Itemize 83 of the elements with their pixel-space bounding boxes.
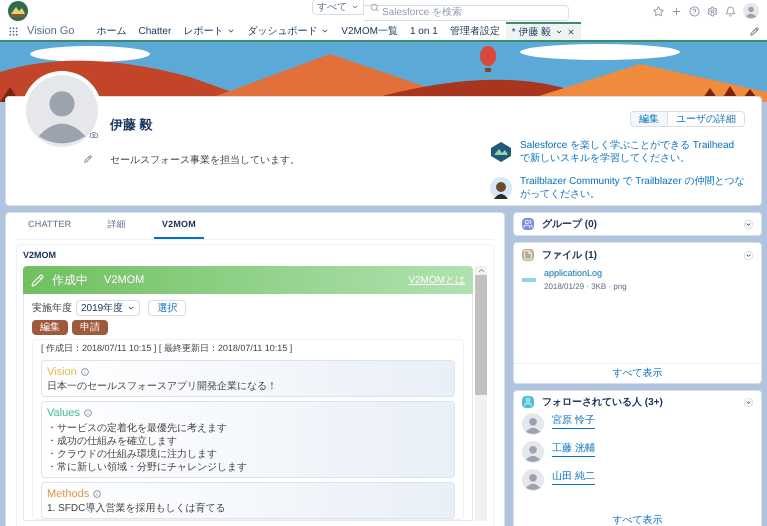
help-icon[interactable] [689,6,700,16]
app-name: Vision Go [27,24,74,39]
follower-avatar [522,413,544,435]
action-button[interactable]: 申請 [72,320,108,335]
view-all-link[interactable]: すべて表示 [612,512,662,526]
trailhead-link[interactable]: Trailblazer Community で Trailblazer の仲間とつながってください。 [520,175,745,201]
record-tab[interactable]: V2MOM [154,213,204,238]
follower-avatar [522,441,544,463]
view-all-link[interactable]: すべて表示 [612,366,662,381]
year-select[interactable]: 2019年度 [76,300,140,316]
info-icon[interactable] [84,409,92,418]
user-avatar [743,3,759,19]
section-line: ・クラウドの仕組み環境に注力します [47,448,218,460]
edit-nav-icon[interactable] [750,26,759,36]
file-link[interactable]: applicationLog [544,267,627,280]
profile-name: 伊藤 毅 [110,116,154,134]
search-icon [370,3,379,12]
section-line: 日本一のセールスフォースアプリ開発企業になる！ [47,380,278,393]
profile-description: セールスフォース事業を担当しています。 [110,154,301,168]
follower-avatar [522,469,544,491]
nav-tab[interactable]: 管理者設定 [444,22,506,40]
file-icon [522,249,534,261]
card-menu-icon[interactable] [744,250,753,260]
section-line: ・成功の仕組みを確立します [47,434,178,448]
scrollbar[interactable] [475,266,487,521]
profile-button[interactable]: ユーザの詳細 [668,111,745,127]
section-title: Methods [47,486,90,502]
caret-icon [227,27,236,35]
nav-tab[interactable]: ホーム [90,22,132,40]
record-tab[interactable]: CHATTER [20,213,80,238]
add-icon[interactable] [671,6,682,16]
action-button[interactable]: 編集 [32,320,68,335]
caret-icon [127,304,136,312]
nav-tab[interactable]: ダッシュボード [241,22,336,40]
nav-tab[interactable]: V2MOM一覧 [335,22,404,40]
trailhead-link[interactable]: Salesforce を楽しく学ぶことができる Trailhead で新しいスキルを学習してください。 [520,139,745,165]
caret-icon [555,28,564,36]
card-menu-icon[interactable] [744,398,753,406]
edit-icon[interactable] [84,155,92,163]
nav-tab[interactable]: 1 on 1 [404,22,444,40]
settings-icon[interactable] [707,6,718,16]
section-line: ・常に新しい領域・分野にチャレンジします [47,460,248,474]
profile-button[interactable]: 編集 [630,111,668,127]
caret-icon [351,3,359,11]
person-icon [522,396,534,408]
info-icon[interactable] [80,368,89,376]
card-title: フォローされている人 (3+) [542,396,664,410]
search-scope-dropdown[interactable]: すべて [312,0,364,15]
search-field[interactable]: Salesforce を検索 [364,4,569,20]
follower-link[interactable]: 工藤 洸輔 [552,441,595,457]
card-title: ファイル (1) [542,248,598,262]
camera-icon[interactable] [90,131,98,139]
scroll-up-icon[interactable] [476,266,486,275]
section-line: ・サービスの定着化を最優先に考えます [47,422,228,434]
status-label: 作成中 [52,272,88,289]
follower-link[interactable]: 宮原 怜子 [552,413,595,429]
nav-tab[interactable]: レポート [177,22,242,40]
card-title: グループ (0) [542,217,598,232]
favorites-star-icon[interactable] [653,6,664,16]
card-menu-icon[interactable] [744,220,753,228]
follower-link[interactable]: 山田 純二 [552,469,595,485]
nav-tab[interactable]: * 伊藤 毅 [506,22,582,40]
group-icon [522,218,534,230]
section-title: Vision [47,364,77,380]
mountain-badge-icon [490,141,512,163]
caret-icon [321,27,330,35]
file-thumbnail [522,278,536,282]
close-icon[interactable] [567,28,576,36]
notification-bell-icon[interactable] [725,6,736,16]
year-label: 実施年度 [32,302,72,316]
date-info: [ 作成日：2018/07/11 10:15 ] [ 最終更新日：2018/07/11 10:15 ] [41,342,294,355]
record-tab[interactable]: 詳細 [99,213,134,238]
file-meta: 2018/01/29 · 3KB · png [544,280,627,292]
card-title: V2MOM [23,248,58,262]
pencil-icon [31,274,44,286]
nav-tab[interactable]: Chatter [132,22,178,40]
section-line: 1. SFDC導入営業を採用もしくは育てる [47,502,226,515]
select-button[interactable]: 選択 [148,300,186,316]
app-launcher-icon[interactable] [8,26,19,36]
info-icon[interactable] [93,490,102,498]
logo-icon [8,1,28,21]
section-title: Values [47,406,80,421]
status-heading: V2MOM [104,272,144,288]
